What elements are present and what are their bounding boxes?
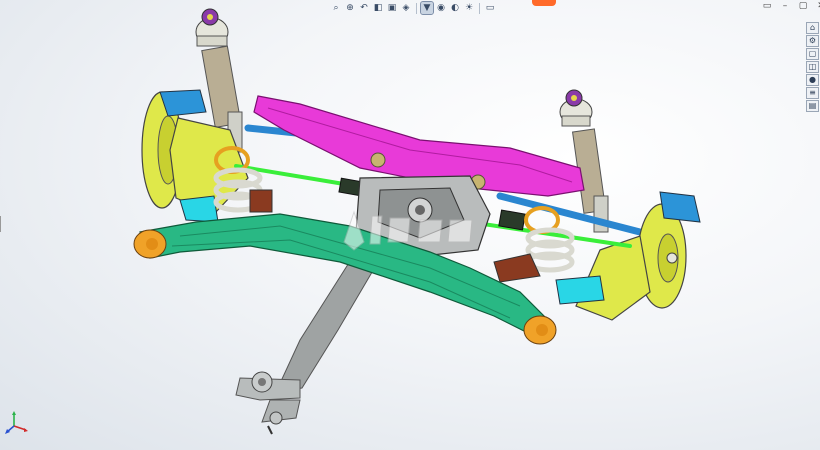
dynamic-annotation-icon[interactable]: ▣ <box>386 2 398 14</box>
propeller-shaft[interactable] <box>235 257 379 435</box>
solidworks-forum-tab-icon[interactable]: ▤ <box>806 100 819 112</box>
resources-tab-icon[interactable]: ⌂ <box>806 22 819 34</box>
toolbar-separator <box>416 2 417 14</box>
view-palette-tab-icon[interactable]: ◫ <box>806 61 819 73</box>
file-explorer-tab-icon[interactable]: ▢ <box>806 48 819 60</box>
right-wheel-hub[interactable] <box>555 191 701 321</box>
apply-scene-icon[interactable]: ☀ <box>463 2 475 14</box>
design-library-tab-icon[interactable]: ⚙ <box>806 35 819 47</box>
task-pane-tabs: ⌂ ⚙ ▢ ◫ ● ≡ ▤ <box>806 22 820 112</box>
window-controls: ▭ – ▢ ✕ <box>762 0 820 12</box>
section-view-icon[interactable]: ◧ <box>372 2 384 14</box>
restore-window-icon[interactable]: ▭ <box>762 1 772 11</box>
toolbar-separator <box>479 2 480 14</box>
view-settings-icon[interactable]: ▭ <box>484 2 496 14</box>
heads-up-view-toolbar: ⌕ ⊕ ↶ ◧ ▣ ◈ ▼ ◉ ◐ ☀ ▭ <box>330 0 496 16</box>
display-style-icon[interactable]: ▼ <box>420 1 434 15</box>
reference-triad-icon <box>5 411 28 434</box>
zoom-to-area-icon[interactable]: ⊕ <box>344 2 356 14</box>
minimize-window-icon[interactable]: – <box>780 1 790 11</box>
zoom-to-fit-icon[interactable]: ⌕ <box>330 2 342 14</box>
brand-badge <box>532 0 556 6</box>
watermark-logo <box>343 210 473 251</box>
maximize-window-icon[interactable]: ▢ <box>798 1 808 11</box>
edit-appearance-icon[interactable]: ◐ <box>449 2 461 14</box>
previous-view-icon[interactable]: ↶ <box>358 2 370 14</box>
view-orientation-icon[interactable]: ◈ <box>400 2 412 14</box>
hide-show-items-icon[interactable]: ◉ <box>435 2 447 14</box>
close-window-icon[interactable]: ✕ <box>816 1 820 11</box>
feature-manager-flyout-handle[interactable] <box>0 216 4 232</box>
appearances-tab-icon[interactable]: ● <box>806 74 819 86</box>
custom-properties-tab-icon[interactable]: ≡ <box>806 87 819 99</box>
